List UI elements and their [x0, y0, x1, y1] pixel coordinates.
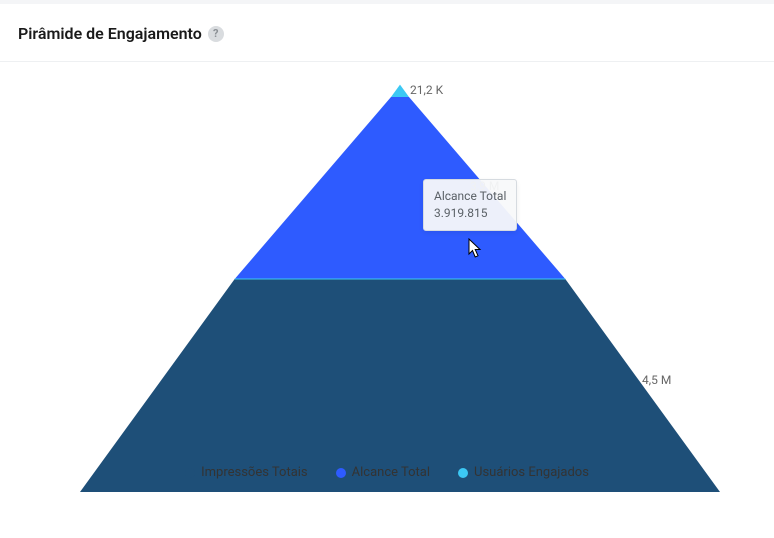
panel-header: Pirâmide de Engajamento ?	[0, 4, 774, 62]
tooltip-title: Alcance Total	[434, 188, 506, 205]
chart-tooltip: Alcance Total 3.919.815	[423, 179, 517, 231]
swatch-icon	[185, 468, 195, 478]
legend-item-impressoes[interactable]: Impressões Totais	[185, 465, 308, 480]
legend-label: Alcance Total	[352, 465, 430, 480]
pyramid-svg: 21,2 K 3,9 M 4,5 M	[0, 62, 774, 492]
help-icon[interactable]: ?	[208, 26, 224, 42]
legend-item-alcance[interactable]: Alcance Total	[336, 465, 430, 480]
tier-bottom[interactable]	[80, 279, 720, 492]
label-top: 21,2 K	[410, 83, 444, 97]
tier-top[interactable]	[391, 85, 409, 97]
pyramid-chart[interactable]: 21,2 K 3,9 M 4,5 M Alcance Total 3.919.8…	[0, 62, 774, 492]
chart-legend: Impressões Totais Alcance Total Usuários…	[0, 465, 774, 480]
legend-item-usuarios[interactable]: Usuários Engajados	[458, 465, 589, 480]
tooltip-value: 3.919.815	[434, 205, 506, 222]
swatch-icon	[458, 468, 468, 478]
legend-label: Impressões Totais	[201, 465, 308, 480]
panel-title: Pirâmide de Engajamento	[18, 24, 202, 43]
legend-label: Usuários Engajados	[474, 465, 589, 480]
label-bottom: 4,5 M	[642, 373, 671, 387]
swatch-icon	[336, 468, 346, 478]
